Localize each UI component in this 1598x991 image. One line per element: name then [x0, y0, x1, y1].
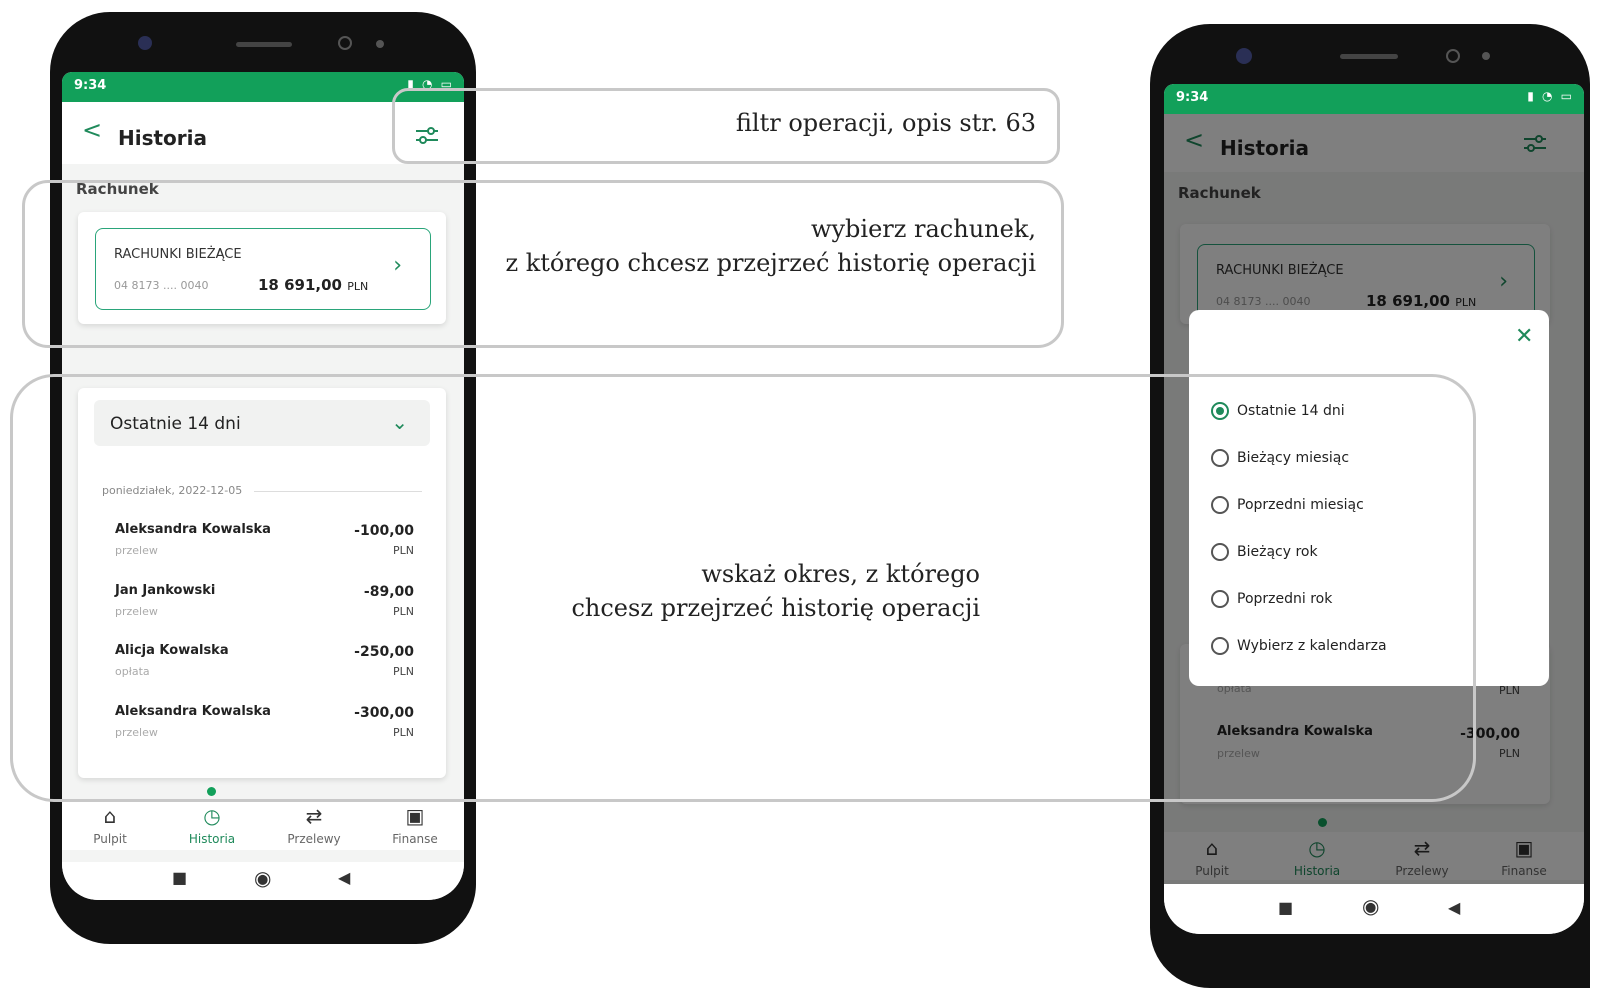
- home-icon: ⌂: [103, 804, 117, 828]
- nav-historia[interactable]: ◷Historia: [172, 804, 252, 846]
- status-time: 9:34: [74, 78, 107, 93]
- android-nav-bar: ■ ◉ ◀: [1164, 884, 1584, 934]
- front-sensor-small: [1482, 52, 1490, 60]
- nav-przelewy[interactable]: ⇄Przelewy: [274, 804, 354, 846]
- home-key-icon[interactable]: ◉: [254, 866, 271, 890]
- speaker-grille: [1340, 54, 1398, 59]
- history-icon: ◷: [203, 804, 221, 828]
- period-caption-line2: chcesz przejrzeć historię operacji: [571, 594, 980, 622]
- camera-dot: [138, 36, 152, 50]
- status-bar: 9:34 ▮ ◔ ▭: [1164, 84, 1584, 114]
- account-caption-line1: wybierz rachunek,: [810, 215, 1036, 243]
- android-nav-bar: ■ ◉ ◀: [62, 862, 464, 900]
- nav-pulpit[interactable]: ⌂Pulpit: [70, 804, 150, 846]
- nav-finanse[interactable]: ▣Finanse: [375, 804, 455, 846]
- front-sensor-small: [376, 40, 384, 48]
- status-time: 9:34: [1176, 90, 1209, 105]
- filter-caption: filtr operacji, opis str. 63: [735, 109, 1036, 137]
- back-key-icon[interactable]: ◀: [338, 868, 350, 887]
- period-caption-line1: wskaż okres, z którego: [701, 560, 980, 588]
- recents-key-icon[interactable]: ■: [172, 868, 187, 887]
- account-caption-line2: z którego chcesz przejrzeć historię oper…: [505, 249, 1036, 277]
- home-key-icon[interactable]: ◉: [1362, 894, 1379, 918]
- recents-key-icon[interactable]: ■: [1278, 898, 1293, 917]
- front-sensor: [1446, 49, 1460, 63]
- camera-dot: [1236, 48, 1252, 64]
- wallet-icon: ▣: [405, 804, 425, 828]
- transfer-icon: ⇄: [305, 804, 323, 828]
- back-arrow-icon[interactable]: <: [82, 116, 102, 144]
- close-icon[interactable]: ✕: [1515, 324, 1533, 349]
- speaker-grille: [236, 42, 292, 47]
- bottom-nav: ⌂Pulpit ◷Historia ⇄Przelewy ▣Finanse: [62, 800, 464, 850]
- page-title: Historia: [118, 126, 208, 150]
- status-icons: ▮ ◔ ▭: [1527, 89, 1574, 103]
- back-key-icon[interactable]: ◀: [1448, 898, 1460, 917]
- front-sensor: [338, 36, 352, 50]
